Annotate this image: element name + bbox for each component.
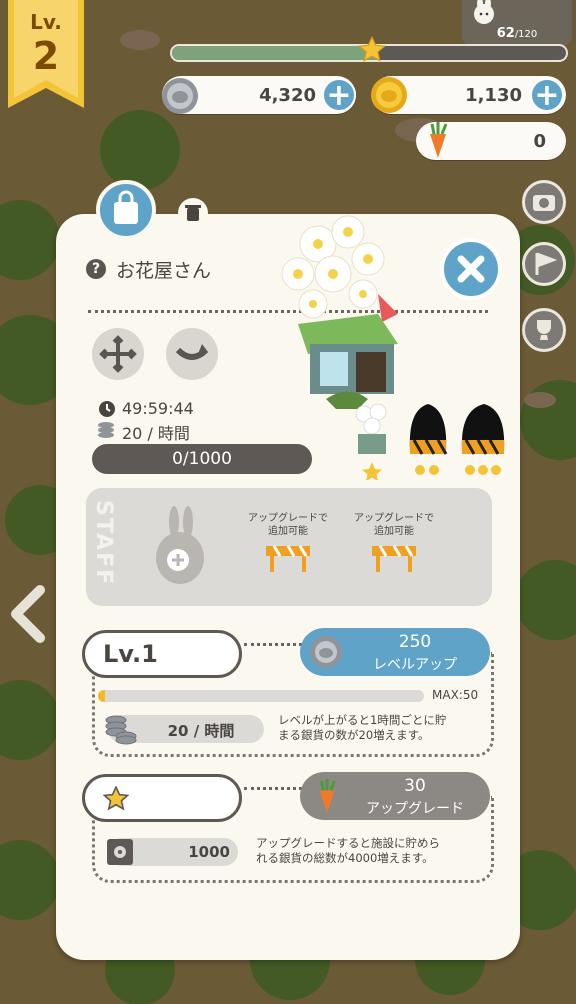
upgrade-label: アップグレード	[366, 801, 464, 817]
gold-coin-icon	[371, 77, 407, 113]
staff-label: STAFF	[91, 500, 116, 587]
silver-coin-icon	[310, 636, 342, 668]
camera-button[interactable]	[522, 180, 566, 224]
barricade-icon	[266, 545, 310, 572]
staff-slot-2-line-1: アップグレードで	[248, 513, 328, 524]
production-timer: 49:59:44	[122, 399, 194, 418]
upgrade-description-line-2: れる銀貨の総数が4000増えます。	[256, 851, 434, 865]
xp-current: 62	[496, 26, 515, 41]
shop-tab[interactable]	[96, 180, 156, 240]
level-label: Lv.	[30, 10, 62, 34]
help-icon[interactable]: ?	[86, 259, 106, 279]
add-staff-button[interactable]	[148, 504, 212, 588]
rotate-button[interactable]	[166, 328, 218, 380]
capacity-value: 1000	[188, 843, 230, 861]
flag-icon	[535, 252, 558, 275]
facility-title: お花屋さん	[116, 260, 212, 282]
level-progress-fill	[98, 690, 105, 702]
staff-slot-2-text: アップグレードで 追加可能	[238, 512, 338, 538]
flower-shop-illustration	[281, 215, 398, 409]
rotate-icon	[175, 344, 209, 360]
clock-icon	[99, 401, 115, 417]
coin-stack-icon	[98, 422, 114, 438]
upgrade-description-line-1: アップグレードすると施設に貯めら	[256, 836, 440, 850]
close-icon	[457, 255, 485, 283]
tier-2-preview-locked	[409, 404, 448, 475]
back-arrow-icon[interactable]	[4, 584, 50, 644]
add-silver-button[interactable]: +	[322, 78, 356, 112]
star-icon	[102, 785, 130, 811]
trophy-button[interactable]	[522, 308, 566, 352]
level-description-line-2: まる銀貨の数が20増えます。	[278, 728, 430, 742]
carrot-amount: 0	[533, 131, 546, 152]
star-rank-pill	[82, 774, 242, 822]
silver-coin-amount: 4,320	[259, 85, 316, 106]
level-name-pill: Lv.1	[82, 630, 242, 678]
staff-slot-3-line-1: アップグレードで	[354, 513, 434, 524]
level-up-label: レベルアップ	[373, 657, 457, 673]
storage-progress: 0/1000	[92, 444, 312, 474]
level-up-button[interactable]: 250 レベルアップ	[300, 628, 490, 676]
close-button[interactable]	[440, 238, 502, 300]
staff-slot-3-text: アップグレードで 追加可能	[344, 512, 444, 538]
tier-3-preview-locked	[461, 404, 505, 475]
trophy-icon	[537, 320, 551, 340]
max-level-label: MAX:50	[432, 688, 479, 702]
flag-button[interactable]	[522, 242, 566, 286]
upgrade-cost: 30	[404, 776, 426, 796]
delete-button[interactable]	[178, 198, 208, 228]
level-value: 2	[32, 34, 60, 78]
coin-stack-icon	[105, 715, 137, 745]
tier-1-preview	[355, 403, 387, 480]
star-icon	[358, 36, 386, 62]
trash-icon	[185, 205, 201, 221]
xp-progress-fill	[172, 46, 377, 60]
safe-icon	[107, 839, 133, 865]
production-rate: 20 / 時間	[122, 424, 190, 443]
level-connector	[244, 643, 302, 646]
level-up-cost: 250	[398, 632, 432, 652]
staff-slot-3-line-2: 追加可能	[374, 526, 414, 537]
level-description: レベルが上がると1時間ごとに貯 まる銀貨の数が20増えます。	[278, 713, 488, 743]
gold-coin-amount: 1,130	[465, 85, 522, 106]
xp-max: /120	[514, 29, 538, 40]
level-progress-bar	[98, 690, 424, 702]
staff-slot-2-line-2: 追加可能	[268, 526, 308, 537]
level-description-line-1: レベルが上がると1時間ごとに貯	[278, 713, 447, 727]
shopping-bag-icon	[114, 190, 138, 224]
silver-coin-icon	[162, 78, 198, 114]
upgrade-description: アップグレードすると施設に貯めら れる銀貨の総数が4000増えます。	[256, 836, 488, 866]
upgrade-button[interactable]: 30 アップグレード	[300, 772, 490, 820]
upgrade-connector	[244, 787, 302, 790]
move-arrows-icon	[99, 335, 137, 373]
rabbit-icon	[474, 0, 494, 24]
move-button[interactable]	[92, 328, 144, 380]
carrot-icon	[430, 122, 448, 158]
xp-counter: 62/120	[462, 26, 572, 41]
add-gold-button[interactable]: +	[530, 78, 564, 112]
level-rate-value: 20 / 時間	[167, 722, 235, 740]
barricade-icon	[372, 545, 416, 572]
camera-icon	[533, 195, 555, 211]
carrot-icon	[319, 779, 336, 813]
